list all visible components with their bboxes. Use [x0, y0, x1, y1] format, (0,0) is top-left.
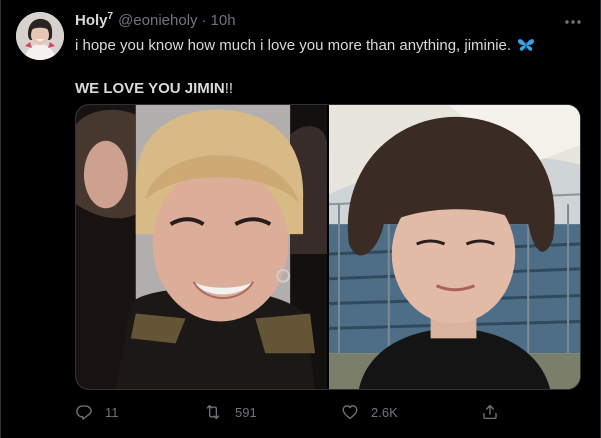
display-name[interactable]: Holy7 [75, 11, 113, 29]
media-grid[interactable] [75, 104, 581, 390]
photo-left-image [76, 105, 327, 389]
heart-icon [342, 405, 358, 420]
user-handle[interactable]: @eonieholy [118, 12, 197, 29]
avatar[interactable] [16, 12, 64, 60]
photo-right-image [329, 105, 580, 389]
avatar-image [16, 12, 64, 60]
separator-dot: · [201, 12, 207, 29]
timestamp[interactable]: 10h [211, 12, 236, 29]
more-horizontal-icon [565, 20, 581, 24]
tweet-actions: 11 591 2.6K [75, 400, 515, 424]
name-superscript: 7 [107, 11, 114, 22]
photo-left[interactable] [76, 105, 327, 389]
butterfly-icon [517, 37, 535, 59]
like-count: 2.6K [371, 404, 398, 420]
reply-count: 11 [105, 404, 119, 420]
retweet-icon [206, 404, 220, 420]
tweet-text-line-2: WE LOVE YOU JIMIN!! [75, 80, 234, 97]
tweet-header: Holy7 @eonieholy · 10h [75, 11, 236, 31]
more-options-button[interactable] [561, 10, 585, 34]
tweet-text: i hope you know how much i love you more… [75, 36, 575, 99]
share-button[interactable] [481, 400, 499, 424]
tweet-container[interactable]: Holy7 @eonieholy · 10h i hope you know h… [0, 0, 601, 438]
reply-icon [76, 405, 92, 420]
share-icon [483, 404, 497, 420]
reply-button[interactable]: 11 [75, 400, 119, 424]
retweet-count: 591 [235, 404, 257, 420]
photo-right[interactable] [329, 105, 580, 389]
tweet-text-line-1: i hope you know how much i love you more… [75, 36, 575, 59]
like-button[interactable]: 2.6K [341, 400, 398, 424]
retweet-button[interactable]: 591 [203, 400, 257, 424]
